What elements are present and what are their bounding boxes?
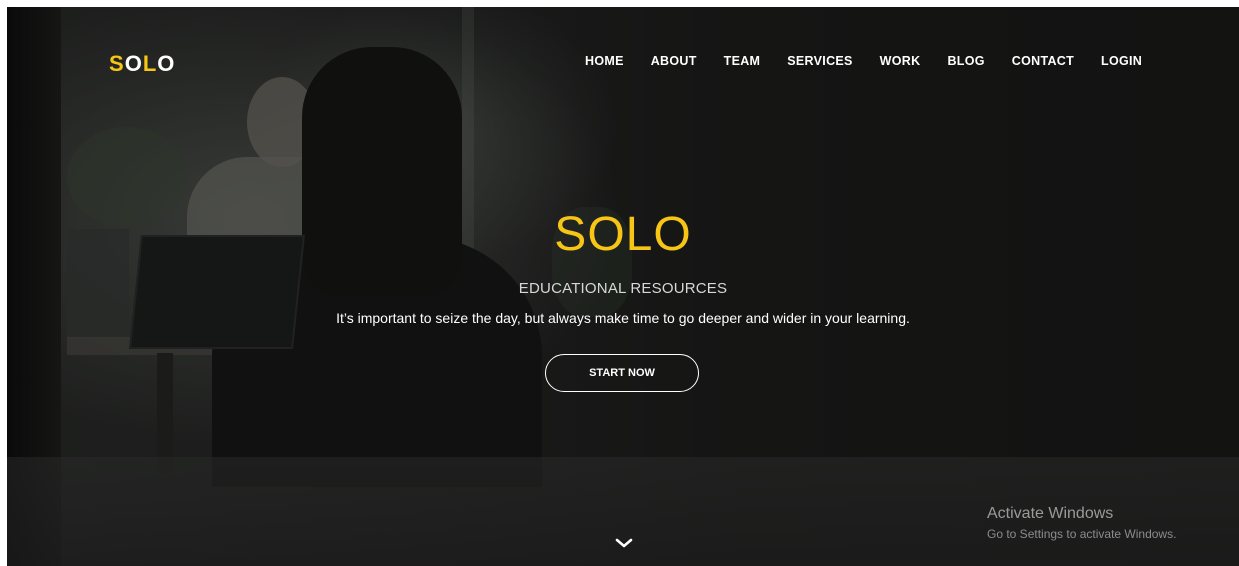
logo-letter: L	[142, 51, 158, 76]
nav-item-blog[interactable]: BLOG	[947, 54, 984, 68]
start-now-button-label: START NOW	[589, 367, 655, 379]
logo-letter: O	[157, 51, 176, 76]
logo-letter: S	[109, 51, 125, 76]
start-now-button[interactable]: START NOW	[545, 354, 699, 392]
logo-letter: O	[124, 51, 143, 76]
chevron-down-icon-svg	[615, 538, 633, 548]
site-logo[interactable]: SOLO	[109, 51, 175, 77]
main-nav: HOME ABOUT TEAM SERVICES WORK BLOG CONTA…	[585, 54, 1169, 68]
hero-section: SOLO HOME ABOUT TEAM SERVICES WORK BLOG …	[7, 7, 1239, 566]
nav-item-services[interactable]: SERVICES	[787, 54, 852, 68]
hero-title: SOLO	[554, 208, 692, 261]
hero-subtitle: EDUCATIONAL RESOURCES	[518, 280, 728, 297]
hero-description: It’s important to seize the day, but alw…	[336, 310, 910, 326]
activate-windows-title: Activate Windows	[987, 505, 1114, 522]
nav-item-login[interactable]: LOGIN	[1101, 54, 1142, 68]
chevron-down-icon[interactable]	[614, 533, 634, 553]
nav-item-contact[interactable]: CONTACT	[1012, 54, 1074, 68]
nav-item-team[interactable]: TEAM	[724, 54, 761, 68]
nav-item-home[interactable]: HOME	[585, 54, 624, 68]
nav-item-about[interactable]: ABOUT	[651, 54, 697, 68]
activate-windows-subtitle: Go to Settings to activate Windows.	[987, 527, 1177, 541]
nav-item-work[interactable]: WORK	[880, 54, 921, 68]
